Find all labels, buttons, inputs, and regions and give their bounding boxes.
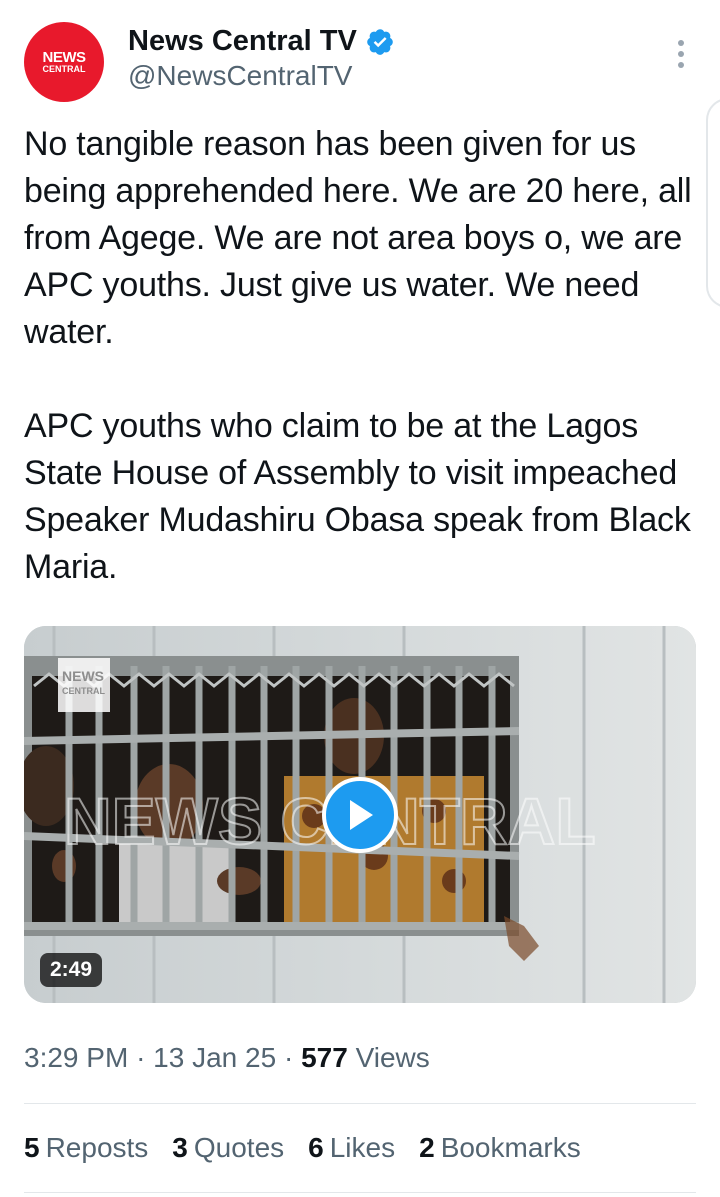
stat-likes[interactable]: 6 Likes: [308, 1132, 395, 1164]
author-handle[interactable]: @NewsCentralTV: [128, 60, 352, 92]
play-icon: [350, 800, 373, 830]
tweet-text: No tangible reason has been given for us…: [24, 125, 692, 586]
stat-reposts[interactable]: 5 Reposts: [24, 1132, 148, 1164]
more-options-icon[interactable]: [672, 40, 690, 68]
video-duration-badge: 2:49: [40, 953, 103, 987]
divider: [24, 1192, 696, 1193]
edge-panel-handle[interactable]: [706, 98, 720, 308]
tweet-date[interactable]: 13 Jan 25: [153, 1042, 276, 1073]
avatar[interactable]: NEWS CENTRAL: [24, 22, 104, 102]
divider: [24, 1103, 696, 1104]
meta-separator: ·: [136, 1042, 146, 1073]
avatar-logo: NEWS CENTRAL: [42, 48, 87, 74]
author-name-text: News Central TV: [128, 25, 357, 57]
meta-separator: ·: [283, 1042, 294, 1073]
verified-badge-icon: [367, 28, 393, 55]
stat-bookmarks[interactable]: 2 Bookmarks: [419, 1132, 581, 1164]
author-display-name[interactable]: News Central TV: [128, 25, 395, 58]
video-player[interactable]: NEWS CENTRAL NEWS CENTRAL 2:49: [24, 626, 696, 1003]
play-button[interactable]: [322, 777, 398, 853]
watermark-logo-line2: CENTRAL: [62, 686, 105, 696]
stat-quotes[interactable]: 3 Quotes: [172, 1132, 284, 1164]
tweet-time[interactable]: 3:29 PM: [24, 1042, 128, 1073]
views-label: Views: [355, 1042, 430, 1073]
engagement-stats: 5 Reposts 3 Quotes 6 Likes 2 Bookmarks: [24, 1132, 581, 1164]
views-count: 577: [301, 1042, 348, 1073]
watermark-logo-line1: NEWS: [62, 668, 104, 684]
tweet-meta: 3:29 PM · 13 Jan 25 · 577 Views: [24, 1042, 430, 1074]
